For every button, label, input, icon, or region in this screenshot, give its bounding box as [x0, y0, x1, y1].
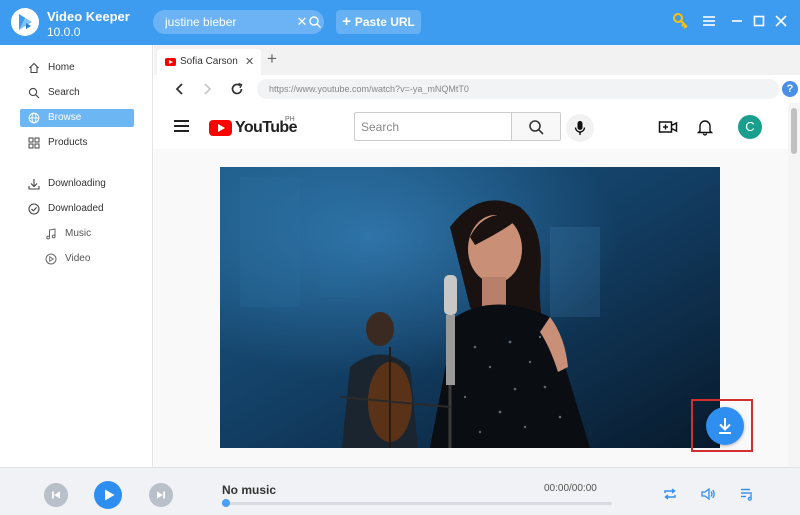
app-name: Video Keeper	[47, 9, 130, 24]
app-version: 10.0.0	[47, 25, 81, 39]
scrollbar-thumb[interactable]	[791, 108, 797, 154]
clear-icon[interactable]: ✕	[295, 14, 309, 30]
close-icon[interactable]	[772, 12, 790, 30]
sidebar-item-products[interactable]: Products	[20, 134, 134, 152]
sidebar-item-downloading[interactable]: Downloading	[20, 175, 134, 193]
key-icon[interactable]	[672, 12, 690, 30]
play-circle-icon	[45, 253, 57, 265]
avatar[interactable]: C	[738, 115, 762, 139]
title-bar: Video Keeper 10.0.0 ✕ +Paste URL	[0, 0, 800, 45]
back-arrow-icon[interactable]	[172, 81, 188, 97]
forward-arrow-icon[interactable]	[199, 81, 215, 97]
menu-icon[interactable]	[700, 12, 718, 30]
download-icon	[719, 418, 731, 434]
play-icon	[105, 489, 115, 501]
youtube-region: PH	[285, 116, 295, 123]
sidebar-item-home[interactable]: Home	[20, 59, 134, 77]
previous-track-button[interactable]	[44, 483, 68, 507]
new-tab-icon[interactable]: +	[267, 50, 277, 68]
next-icon	[157, 491, 165, 499]
playlist-icon[interactable]	[739, 486, 755, 502]
music-note-icon	[46, 228, 56, 240]
search-icon[interactable]	[308, 15, 322, 29]
top-search-input[interactable]	[165, 14, 290, 30]
paste-url-button[interactable]: + Paste URL	[336, 10, 421, 34]
search-icon	[28, 87, 40, 99]
download-video-button[interactable]	[706, 407, 744, 445]
search-icon	[529, 120, 544, 135]
sidebar-item-browse[interactable]: Browse	[20, 109, 134, 127]
address-bar[interactable]	[257, 79, 779, 99]
top-search-box[interactable]: ✕	[153, 10, 324, 34]
app-logo-icon	[11, 8, 39, 36]
youtube-search-input[interactable]	[361, 119, 506, 135]
previous-icon	[52, 491, 60, 499]
sidebar-item-label: Music	[65, 228, 92, 239]
browser-tab[interactable]: Sofia Carson - ✕	[157, 49, 261, 75]
check-circle-icon	[28, 203, 40, 215]
sidebar-item-label: Search	[48, 87, 80, 98]
page-scrollbar[interactable]	[788, 103, 800, 467]
volume-icon[interactable]	[700, 486, 716, 502]
play-button[interactable]	[94, 481, 122, 509]
youtube-play-logo-icon	[209, 120, 232, 136]
sidebar-item-video[interactable]: Video	[20, 250, 134, 268]
next-track-button[interactable]	[149, 483, 173, 507]
tab-close-icon[interactable]: ✕	[245, 55, 254, 68]
plus-icon: +	[342, 13, 351, 30]
youtube-logo[interactable]: YouTube PH	[209, 116, 297, 138]
sidebar-item-label: Home	[48, 62, 75, 73]
youtube-header: YouTube PH C	[154, 103, 788, 149]
video-frame-image	[220, 167, 720, 448]
sidebar-item-downloaded[interactable]: Downloaded	[20, 200, 134, 218]
youtube-search-box[interactable]	[354, 112, 512, 141]
sidebar-item-search[interactable]: Search	[20, 84, 134, 102]
sidebar-item-label: Products	[48, 137, 88, 148]
home-icon	[29, 62, 39, 74]
sidebar-item-label: Browse	[48, 112, 82, 123]
youtube-menu-icon[interactable]	[174, 120, 189, 132]
progress-slider[interactable]	[221, 499, 612, 507]
youtube-favicon-icon	[165, 58, 176, 66]
maximize-icon[interactable]	[750, 12, 768, 30]
track-time: 00:00/00:00	[544, 483, 597, 494]
music-player-bar: No music 00:00/00:00	[0, 467, 800, 515]
web-viewport: YouTube PH C	[154, 103, 800, 467]
notifications-bell-icon[interactable]	[695, 118, 715, 136]
progress-knob[interactable]	[221, 499, 230, 507]
video-player[interactable]	[220, 167, 720, 448]
products-icon	[28, 137, 40, 149]
paste-url-label: Paste URL	[354, 15, 415, 29]
help-icon[interactable]: ?	[782, 81, 798, 97]
reload-icon[interactable]	[229, 81, 245, 97]
track-title: No music	[222, 483, 277, 497]
youtube-search-button[interactable]	[511, 112, 561, 141]
tab-title: Sofia Carson -	[180, 56, 240, 67]
browser-navbar: ?	[154, 75, 800, 103]
sidebar-item-label: Video	[65, 253, 91, 264]
download-icon	[28, 179, 40, 190]
sidebar-item-label: Downloaded	[48, 203, 104, 214]
microphone-icon	[574, 121, 586, 135]
voice-search-button[interactable]	[566, 114, 594, 142]
url-input[interactable]	[269, 82, 769, 96]
sidebar-item-music[interactable]: Music	[20, 225, 134, 243]
tab-strip: Sofia Carson - ✕ +	[154, 45, 800, 75]
repeat-icon[interactable]	[662, 486, 678, 502]
sidebar-item-label: Downloading	[48, 178, 106, 189]
minimize-icon[interactable]	[728, 12, 746, 30]
create-video-icon[interactable]	[658, 118, 678, 136]
browse-icon	[28, 112, 40, 124]
sidebar: Home Search Browse Products Downloading …	[0, 45, 153, 467]
